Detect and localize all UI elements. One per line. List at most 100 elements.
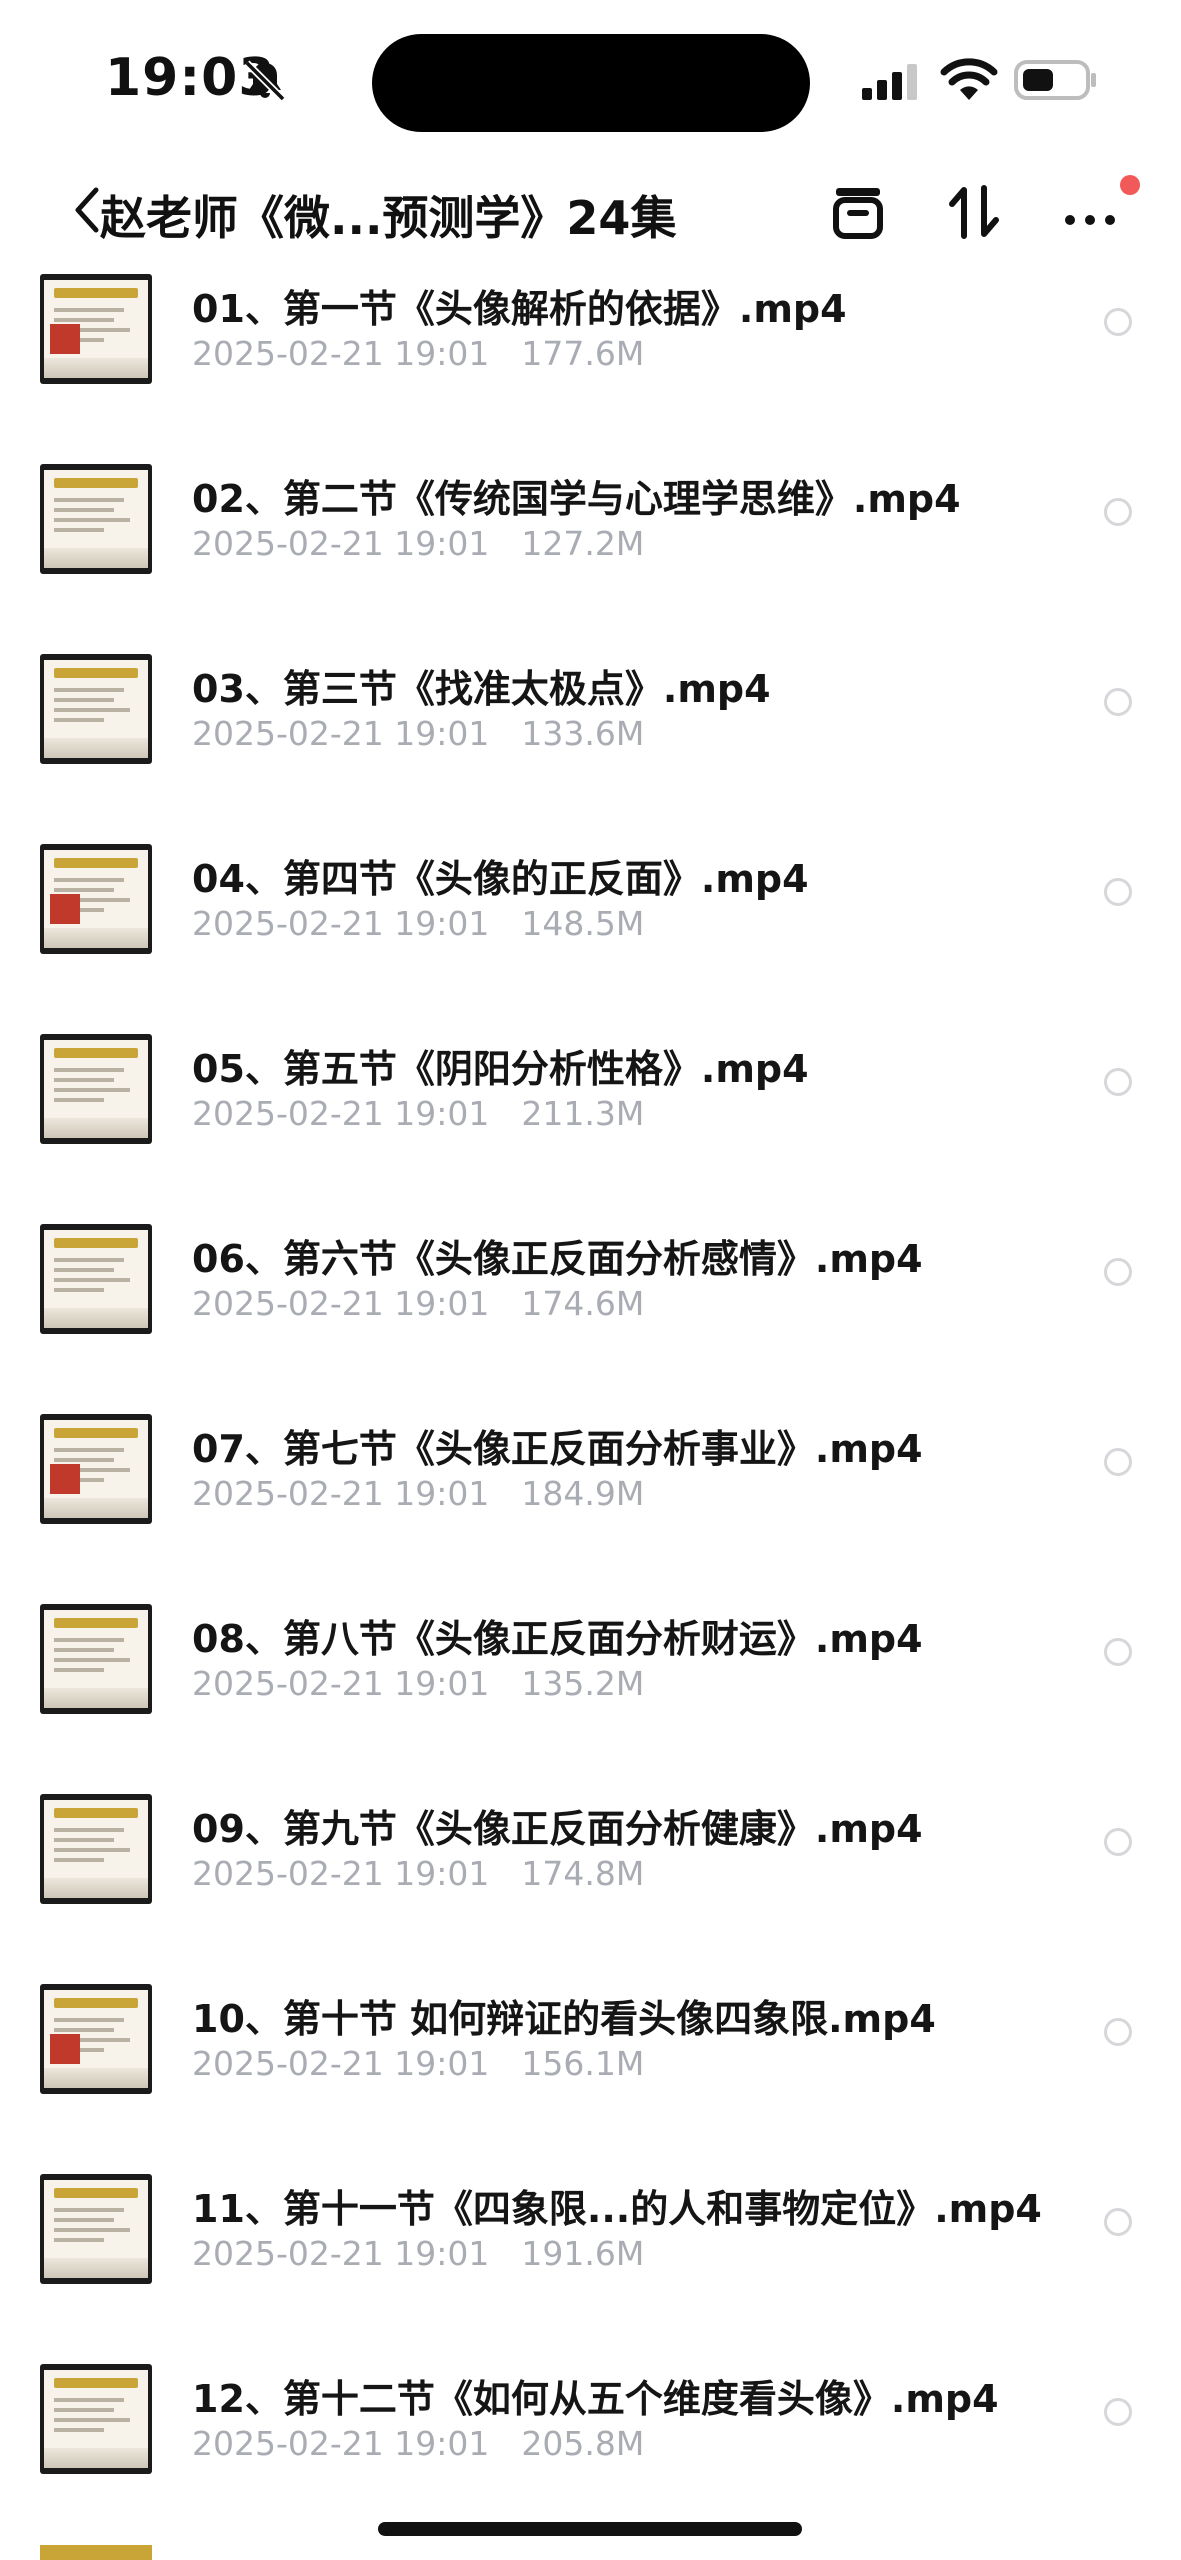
- file-size: 191.6M: [521, 2234, 645, 2273]
- file-meta: 2025-02-21 19:01 174.6M: [192, 1284, 644, 1323]
- file-date: 2025-02-21 19:01: [192, 2044, 490, 2083]
- file-name: 06、第六节《头像正反面分析感情》.mp4: [192, 1237, 923, 1281]
- file-meta: 2025-02-21 19:01 184.9M: [192, 1474, 644, 1513]
- file-name: 01、第一节《头像解析的依据》.mp4: [192, 287, 847, 331]
- more-icon[interactable]: [1060, 180, 1124, 244]
- select-radio[interactable]: [1104, 688, 1132, 716]
- cellular-signal-icon: [862, 64, 917, 100]
- file-size: 174.8M: [521, 1854, 645, 1893]
- page-title: 赵老师《微...预测学》24集: [100, 191, 677, 245]
- file-meta: 2025-02-21 19:01 127.2M: [192, 524, 644, 563]
- file-date: 2025-02-21 19:01: [192, 2234, 490, 2273]
- file-name: 08、第八节《头像正反面分析财运》.mp4: [192, 1617, 923, 1661]
- list-item[interactable]: 04、第四节《头像的正反面》.mp4 2025-02-21 19:01 148.5…: [0, 832, 1181, 1022]
- file-size: 135.2M: [521, 1664, 645, 1703]
- select-radio[interactable]: [1104, 1638, 1132, 1666]
- file-size: 127.2M: [521, 524, 645, 563]
- notification-dot: [1120, 175, 1140, 195]
- video-thumbnail: [40, 1794, 152, 1904]
- list-item[interactable]: 02、第二节《传统国学与心理学思维》.mp4 2025-02-21 19:01 1…: [0, 452, 1181, 642]
- select-radio[interactable]: [1104, 2398, 1132, 2426]
- file-name: 04、第四节《头像的正反面》.mp4: [192, 857, 809, 901]
- video-thumbnail: [40, 2364, 152, 2474]
- file-name: 07、第七节《头像正反面分析事业》.mp4: [192, 1427, 923, 1471]
- list-item[interactable]: 07、第七节《头像正反面分析事业》.mp4 2025-02-21 19:01 18…: [0, 1402, 1181, 1592]
- video-thumbnail: [40, 1604, 152, 1714]
- select-radio[interactable]: [1104, 878, 1132, 906]
- file-meta: 2025-02-21 19:01 156.1M: [192, 2044, 644, 2083]
- file-date: 2025-02-21 19:01: [192, 714, 490, 753]
- file-meta: 2025-02-21 19:01 191.6M: [192, 2234, 644, 2273]
- file-name: 09、第九节《头像正反面分析健康》.mp4: [192, 1807, 923, 1851]
- video-thumbnail: [40, 654, 152, 764]
- file-name: 11、第十一节《四象限...的人和事物定位》.mp4: [192, 2187, 1042, 2231]
- file-date: 2025-02-21 19:01: [192, 1284, 490, 1323]
- file-size: 133.6M: [521, 714, 645, 753]
- file-name: 03、第三节《找准太极点》.mp4: [192, 667, 771, 711]
- file-size: 156.1M: [521, 2044, 645, 2083]
- battery-icon: [1014, 60, 1096, 100]
- save-box-icon[interactable]: [826, 180, 890, 244]
- file-date: 2025-02-21 19:01: [192, 334, 490, 373]
- file-meta: 2025-02-21 19:01 148.5M: [192, 904, 644, 943]
- file-date: 2025-02-21 19:01: [192, 1094, 490, 1133]
- file-date: 2025-02-21 19:01: [192, 524, 490, 563]
- file-date: 2025-02-21 19:01: [192, 904, 490, 943]
- video-thumbnail: [40, 1034, 152, 1144]
- list-item[interactable]: 05、第五节《阴阳分析性格》.mp4 2025-02-21 19:01 211.3…: [0, 1022, 1181, 1212]
- file-size: 211.3M: [521, 1094, 645, 1133]
- nav-bar: 赵老师《微...预测学》24集: [0, 160, 1181, 260]
- file-meta: 2025-02-21 19:01 211.3M: [192, 1094, 644, 1133]
- home-indicator[interactable]: [378, 2522, 802, 2536]
- sort-icon[interactable]: [942, 180, 1006, 244]
- file-meta: 2025-02-21 19:01 174.8M: [192, 1854, 644, 1893]
- file-size: 205.8M: [521, 2424, 645, 2463]
- video-thumbnail: [40, 274, 152, 384]
- wifi-icon: [940, 58, 998, 100]
- file-name: 02、第二节《传统国学与心理学思维》.mp4: [192, 477, 961, 521]
- select-radio[interactable]: [1104, 2208, 1132, 2236]
- select-radio[interactable]: [1104, 1258, 1132, 1286]
- video-thumbnail: [40, 844, 152, 954]
- list-item[interactable]: 11、第十一节《四象限...的人和事物定位》.mp4 2025-02-21 19…: [0, 2162, 1181, 2352]
- select-radio[interactable]: [1104, 2018, 1132, 2046]
- file-date: 2025-02-21 19:01: [192, 1664, 490, 1703]
- list-item[interactable]: 01、第一节《头像解析的依据》.mp4 2025-02-21 19:01 177.…: [0, 262, 1181, 452]
- file-meta: 2025-02-21 19:01 133.6M: [192, 714, 644, 753]
- chevron-left-icon[interactable]: [70, 184, 104, 236]
- video-thumbnail: [40, 1984, 152, 2094]
- file-size: 174.6M: [521, 1284, 645, 1323]
- list-item[interactable]: 03、第三节《找准太极点》.mp4 2025-02-21 19:01 133.6M: [0, 642, 1181, 832]
- list-item[interactable]: 09、第九节《头像正反面分析健康》.mp4 2025-02-21 19:01 17…: [0, 1782, 1181, 1972]
- list-item[interactable]: 06、第六节《头像正反面分析感情》.mp4 2025-02-21 19:01 17…: [0, 1212, 1181, 1402]
- file-meta: 2025-02-21 19:01 135.2M: [192, 1664, 644, 1703]
- video-thumbnail: [40, 2174, 152, 2284]
- bell-slash-icon: [244, 60, 286, 102]
- file-list: 01、第一节《头像解析的依据》.mp4 2025-02-21 19:01 177.…: [0, 262, 1181, 2542]
- file-date: 2025-02-21 19:01: [192, 1854, 490, 1893]
- dynamic-island: [372, 34, 810, 132]
- video-thumbnail: [40, 1414, 152, 1524]
- file-size: 177.6M: [521, 334, 645, 373]
- select-radio[interactable]: [1104, 308, 1132, 336]
- select-radio[interactable]: [1104, 1068, 1132, 1096]
- file-name: 05、第五节《阴阳分析性格》.mp4: [192, 1047, 809, 1091]
- file-meta: 2025-02-21 19:01 177.6M: [192, 334, 644, 373]
- list-item[interactable]: 12、第十二节《如何从五个维度看头像》.mp4 2025-02-21 19:01…: [0, 2352, 1181, 2542]
- select-radio[interactable]: [1104, 1448, 1132, 1476]
- file-meta: 2025-02-21 19:01 205.8M: [192, 2424, 644, 2463]
- status-bar: 19:03: [0, 0, 1181, 150]
- select-radio[interactable]: [1104, 1828, 1132, 1856]
- video-thumbnail: [40, 464, 152, 574]
- file-name: 12、第十二节《如何从五个维度看头像》.mp4: [192, 2377, 999, 2421]
- file-date: 2025-02-21 19:01: [192, 2424, 490, 2463]
- file-name: 10、第十节 如何辩证的看头像四象限.mp4: [192, 1997, 936, 2041]
- list-item[interactable]: 10、第十节 如何辩证的看头像四象限.mp4 2025-02-21 19:01 1…: [0, 1972, 1181, 2162]
- file-size: 148.5M: [521, 904, 645, 943]
- partial-list-item: [40, 2545, 152, 2560]
- video-thumbnail: [40, 1224, 152, 1334]
- file-size: 184.9M: [521, 1474, 645, 1513]
- select-radio[interactable]: [1104, 498, 1132, 526]
- list-item[interactable]: 08、第八节《头像正反面分析财运》.mp4 2025-02-21 19:01 13…: [0, 1592, 1181, 1782]
- file-date: 2025-02-21 19:01: [192, 1474, 490, 1513]
